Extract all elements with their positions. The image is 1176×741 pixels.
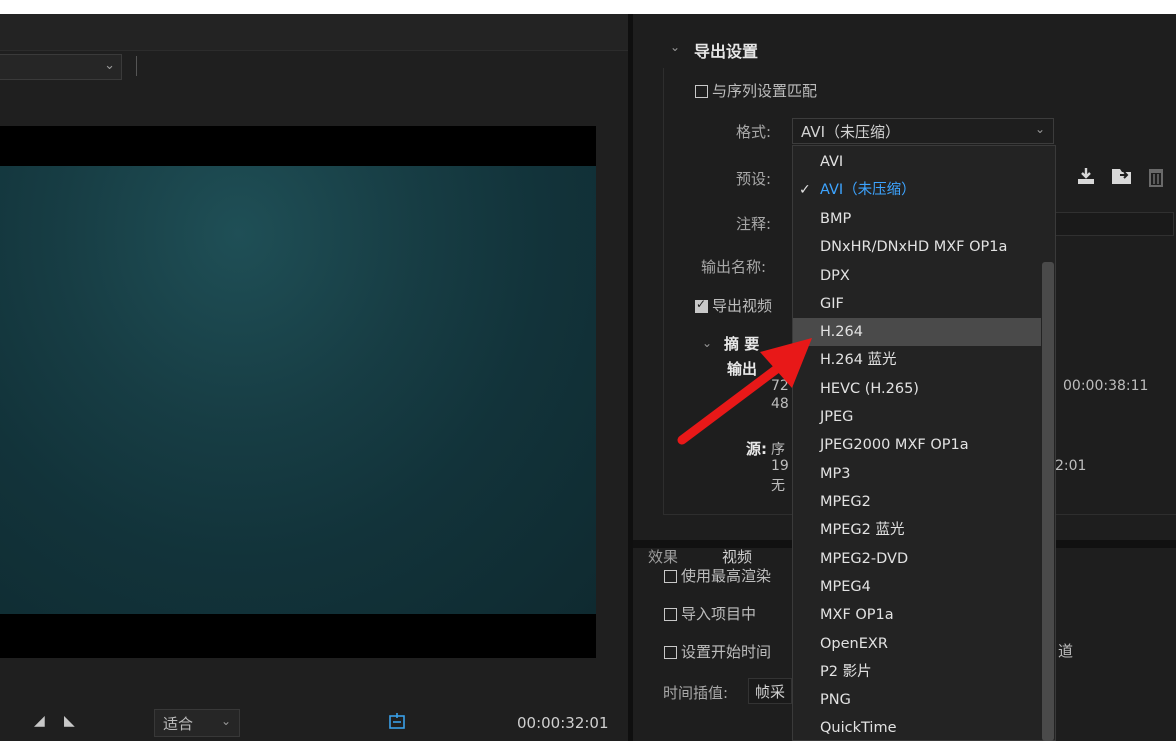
mark-in-icon[interactable]: ◢ <box>34 713 45 729</box>
menu-item-label: BMP <box>820 211 852 227</box>
menu-item-label: AVI（未压缩） <box>820 182 916 198</box>
source-summary-line: 19 <box>771 458 789 474</box>
menu-item-label: DPX <box>820 268 850 284</box>
menu-item-h264[interactable]: H.264 <box>793 318 1041 346</box>
preset-label: 预设: <box>736 170 772 188</box>
format-dropdown-value: AVI（未压缩） <box>801 123 900 141</box>
checkbox-icon <box>664 570 677 583</box>
menu-item-label: QuickTime <box>820 720 897 736</box>
letterbox-bottom <box>0 614 596 658</box>
comment-label: 注释: <box>736 215 772 233</box>
menu-item-quicktime[interactable]: QuickTime <box>793 714 1041 740</box>
menu-item-avi[interactable]: AVI <box>793 148 1041 176</box>
menu-item-label: OpenEXR <box>820 636 888 652</box>
menu-item-label: AVI <box>820 154 844 170</box>
import-into-project-checkbox[interactable]: 导入项目中 <box>664 603 756 624</box>
video-preview[interactable] <box>0 166 596 618</box>
menu-item-label: GIF <box>820 296 844 312</box>
checkmark-icon: ✓ <box>799 182 811 198</box>
menu-item-mp3[interactable]: MP3 <box>793 460 1041 488</box>
letterbox-top <box>0 126 596 166</box>
format-dropdown[interactable]: AVI（未压缩） ⌄ <box>792 118 1054 144</box>
checkbox-icon <box>664 646 677 659</box>
annotation-arrow-icon <box>677 338 812 445</box>
menu-item-png[interactable]: PNG <box>793 686 1041 714</box>
monitor-source-dropdown[interactable]: ⌄ <box>0 54 122 80</box>
menu-item-label: HEVC (H.265) <box>820 381 919 397</box>
section-title: 导出设置 <box>694 42 759 61</box>
time-interpolation-value: 帧采 <box>755 683 786 701</box>
menu-item-label: MXF OP1a <box>820 607 894 623</box>
match-sequence-checkbox[interactable]: 与序列设置匹配 <box>695 80 817 101</box>
fit-select-value: 适合 <box>163 715 194 733</box>
mark-out-icon[interactable]: ◣ <box>64 713 75 729</box>
menu-item-openexr[interactable]: OpenEXR <box>793 630 1041 658</box>
menu-item-jpeg[interactable]: JPEG <box>793 403 1041 431</box>
tab-effects[interactable]: 效果 <box>648 546 678 567</box>
menu-item-label: H.264 <box>820 324 863 340</box>
save-preset-icon[interactable] <box>1110 166 1134 191</box>
menu-item-label: JPEG <box>820 409 854 425</box>
checkbox-icon <box>695 85 708 98</box>
export-video-label: 导出视频 <box>712 297 773 315</box>
fit-select[interactable]: 适合 ⌄ <box>154 709 240 737</box>
menu-item-mpeg2[interactable]: MPEG2 <box>793 488 1041 516</box>
checkbox-checked-icon <box>695 297 708 313</box>
format-dropdown-menu: AVI ✓ AVI（未压缩） BMP DNxHR/DNxHD MXF OP1a D… <box>792 145 1056 741</box>
import-label: 导入项目中 <box>681 605 757 623</box>
source-summary-line: 无 <box>771 478 785 494</box>
chevron-down-icon: ⌄ <box>1034 122 1045 136</box>
max-render-checkbox[interactable]: 使用最高渲染 <box>664 565 771 586</box>
divider <box>136 56 137 76</box>
output-duration: 00:00:38:11 <box>1063 378 1149 394</box>
set-start-time-checkbox[interactable]: 设置开始时间 <box>664 641 771 662</box>
menu-item-avi-uncompressed[interactable]: ✓ AVI（未压缩） <box>793 176 1041 204</box>
menu-item-label: MPEG2 <box>820 494 871 510</box>
channel-label: 道 <box>1058 642 1074 660</box>
export-video-checkbox[interactable]: 导出视频 <box>695 295 772 316</box>
menu-scrollbar[interactable] <box>1042 262 1054 741</box>
menu-item-bmp[interactable]: BMP <box>793 205 1041 233</box>
menu-item-label: MPEG2 蓝光 <box>820 522 905 538</box>
tab-video[interactable]: 视频 <box>722 546 752 567</box>
menu-item-gif[interactable]: GIF <box>793 290 1041 318</box>
menu-item-label: JPEG2000 MXF OP1a <box>820 437 969 453</box>
menu-item-p2[interactable]: P2 影片 <box>793 658 1041 686</box>
menu-item-h264-bluray[interactable]: H.264 蓝光 <box>793 346 1041 374</box>
chevron-down-icon: ⌄ <box>104 58 115 73</box>
source-duration: 2:01 <box>1055 458 1087 474</box>
output-name-label: 输出名称: <box>701 258 767 276</box>
menu-item-dnxhr[interactable]: DNxHR/DNxHD MXF OP1a <box>793 233 1041 261</box>
aspect-ratio-icon[interactable] <box>386 712 408 734</box>
menu-item-label: H.264 蓝光 <box>820 352 897 368</box>
menu-item-hevc[interactable]: HEVC (H.265) <box>793 375 1041 403</box>
menu-item-label: MP3 <box>820 466 851 482</box>
checkbox-icon <box>664 608 677 621</box>
menu-item-label: P2 影片 <box>820 664 872 680</box>
menu-item-label: DNxHR/DNxHD MXF OP1a <box>820 239 1008 255</box>
time-interpolation-label: 时间插值: <box>663 684 729 702</box>
delete-preset-icon[interactable] <box>1146 166 1166 193</box>
menu-item-label: MPEG2-DVD <box>820 551 909 567</box>
menu-item-mpeg2-bluray[interactable]: MPEG2 蓝光 <box>793 516 1041 544</box>
top-strip <box>0 0 1176 14</box>
comment-input[interactable] <box>1054 212 1174 236</box>
menu-item-mxf-op1a[interactable]: MXF OP1a <box>793 601 1041 629</box>
set-start-label: 设置开始时间 <box>681 643 772 661</box>
max-render-label: 使用最高渲染 <box>681 567 772 585</box>
menu-item-label: MPEG4 <box>820 579 871 595</box>
menu-item-jpeg2000[interactable]: JPEG2000 MXF OP1a <box>793 431 1041 459</box>
menu-item-mpeg4[interactable]: MPEG4 <box>793 573 1041 601</box>
chevron-down-icon: ⌄ <box>220 714 231 728</box>
import-preset-icon[interactable] <box>1075 166 1097 191</box>
menu-item-mpeg2-dvd[interactable]: MPEG2-DVD <box>793 545 1041 573</box>
collapse-chevron-icon[interactable]: ⌄ <box>670 40 680 54</box>
time-interpolation-select[interactable]: 帧采 <box>748 678 792 704</box>
format-label: 格式: <box>736 123 772 141</box>
monitor-header <box>0 14 628 51</box>
menu-item-dpx[interactable]: DPX <box>793 262 1041 290</box>
menu-item-label: PNG <box>820 692 851 708</box>
match-sequence-label: 与序列设置匹配 <box>712 82 818 100</box>
timecode-display: 00:00:32:01 <box>517 714 609 732</box>
